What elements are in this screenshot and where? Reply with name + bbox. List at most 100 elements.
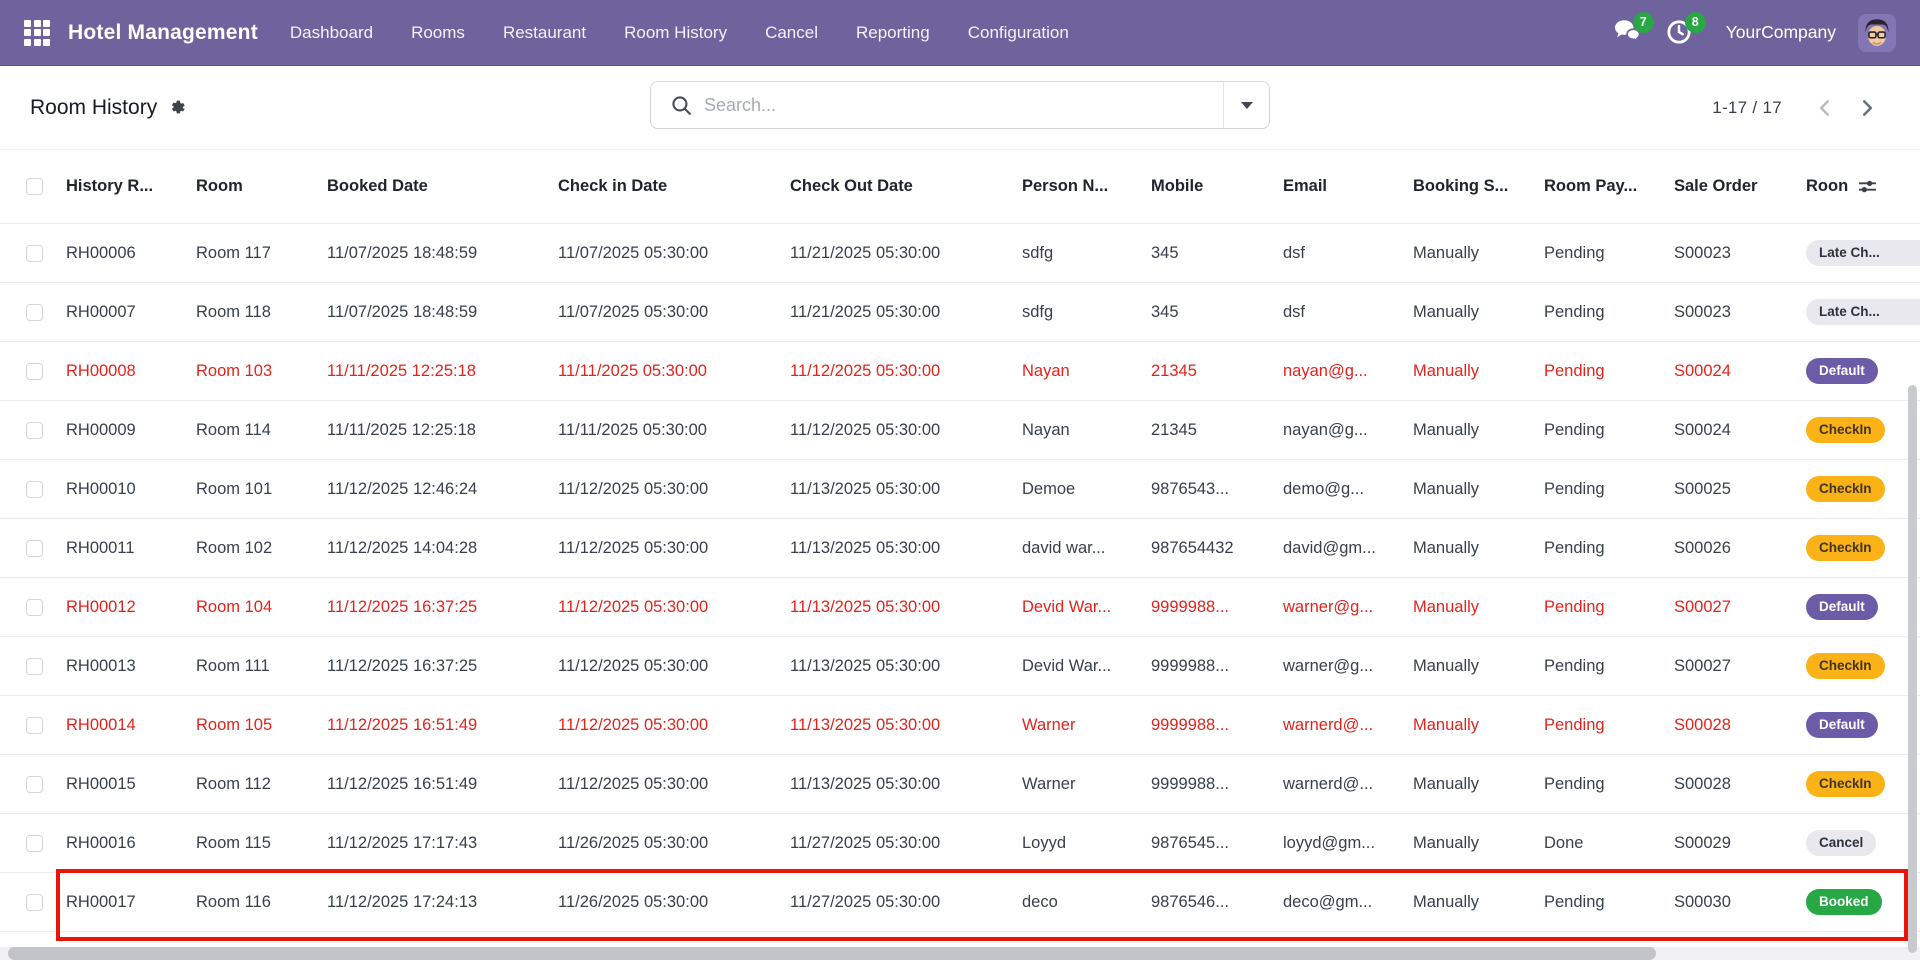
messages-button[interactable]: 7 — [1614, 19, 1644, 47]
cell-booking-source: Manually — [1413, 480, 1544, 499]
cell-check-in: 11/12/2025 05:30:00 — [558, 539, 790, 558]
cell-payment: Pending — [1544, 244, 1674, 263]
row-checkbox-cell — [0, 776, 66, 793]
table-row-rh00015[interactable]: RH00015Room 11211/12/2025 16:51:4911/12/… — [0, 755, 1920, 814]
optional-columns-icon[interactable] — [1858, 179, 1877, 194]
nav-item-cancel[interactable]: Cancel — [765, 23, 818, 43]
cell-mobile: 21345 — [1151, 421, 1283, 440]
table-row-rh00017[interactable]: RH00017Room 11611/12/2025 17:24:1311/26/… — [0, 873, 1920, 932]
activities-button[interactable]: 8 — [1666, 19, 1696, 47]
pager-next-button[interactable] — [1850, 91, 1884, 125]
cell-check-out: 11/12/2025 05:30:00 — [790, 421, 1022, 440]
header-cell-person[interactable]: Person N... — [1022, 177, 1151, 196]
cell-room-status: Cancel — [1806, 830, 1920, 857]
cell-email: demo@g... — [1283, 480, 1413, 499]
table-row-rh00006[interactable]: RH00006Room 11711/07/2025 18:48:5911/07/… — [0, 224, 1920, 283]
header-cell-booked-date[interactable]: Booked Date — [327, 177, 558, 196]
cell-sale-order: S00028 — [1674, 775, 1806, 794]
cell-person: Nayan — [1022, 421, 1151, 440]
row-checkbox[interactable] — [26, 245, 43, 262]
nav-item-restaurant[interactable]: Restaurant — [503, 23, 586, 43]
cell-person: deco — [1022, 893, 1151, 912]
page-title: Room History — [30, 96, 157, 120]
table-row-rh00009[interactable]: RH00009Room 11411/11/2025 12:25:1811/11/… — [0, 401, 1920, 460]
table-row-rh00014[interactable]: RH00014Room 10511/12/2025 16:51:4911/12/… — [0, 696, 1920, 755]
status-badge: CheckIn — [1806, 476, 1885, 503]
topbar-right: 7 8 YourCompany — [1614, 14, 1896, 52]
table-row-rh00008[interactable]: RH00008Room 10311/11/2025 12:25:1811/11/… — [0, 342, 1920, 401]
nav-item-reporting[interactable]: Reporting — [856, 23, 930, 43]
row-checkbox[interactable] — [26, 304, 43, 321]
pager: 1-17 / 17 — [1712, 91, 1890, 125]
row-checkbox-cell — [0, 658, 66, 675]
cell-person: Loyyd — [1022, 834, 1151, 853]
row-checkbox[interactable] — [26, 658, 43, 675]
action-gear-icon[interactable] — [169, 99, 186, 116]
apps-grid-icon[interactable] — [24, 20, 50, 46]
vertical-scrollbar-thumb[interactable] — [1908, 385, 1917, 953]
cell-ref: RH00006 — [66, 244, 196, 263]
header-cell-email[interactable]: Email — [1283, 177, 1413, 196]
search-dropdown-toggle[interactable] — [1223, 82, 1269, 128]
cell-email: warner@g... — [1283, 657, 1413, 676]
cell-mobile: 9999988... — [1151, 598, 1283, 617]
table-row-rh00016[interactable]: RH00016Room 11511/12/2025 17:17:4311/26/… — [0, 814, 1920, 873]
table-row-rh00013[interactable]: RH00013Room 11111/12/2025 16:37:2511/12/… — [0, 637, 1920, 696]
row-checkbox[interactable] — [26, 776, 43, 793]
cell-room: Room 102 — [196, 539, 327, 558]
cell-booking-source: Manually — [1413, 362, 1544, 381]
row-checkbox[interactable] — [26, 481, 43, 498]
cell-email: deco@gm... — [1283, 893, 1413, 912]
table-row-rh00012[interactable]: RH00012Room 10411/12/2025 16:37:2511/12/… — [0, 578, 1920, 637]
nav-item-rooms[interactable]: Rooms — [411, 23, 465, 43]
cell-check-out: 11/12/2025 05:30:00 — [790, 362, 1022, 381]
horizontal-scrollbar-thumb[interactable] — [8, 947, 1656, 960]
cell-check-in: 11/26/2025 05:30:00 — [558, 893, 790, 912]
status-badge: CheckIn — [1806, 771, 1885, 798]
cell-room: Room 111 — [196, 657, 327, 676]
row-checkbox[interactable] — [26, 540, 43, 557]
nav-item-room-history[interactable]: Room History — [624, 23, 727, 43]
nav-item-dashboard[interactable]: Dashboard — [290, 23, 373, 43]
cell-check-out: 11/21/2025 05:30:00 — [790, 303, 1022, 322]
search-input[interactable] — [704, 95, 1223, 116]
header-cell-sale-order[interactable]: Sale Order — [1674, 177, 1806, 196]
header-cell-booking-source[interactable]: Booking S... — [1413, 177, 1544, 196]
row-checkbox-cell — [0, 422, 66, 439]
header-cell-ref[interactable]: History R... — [66, 177, 196, 196]
cell-mobile: 9999988... — [1151, 657, 1283, 676]
nav-item-configuration[interactable]: Configuration — [968, 23, 1069, 43]
cell-mobile: 9876543... — [1151, 480, 1283, 499]
cell-room-status: Default — [1806, 594, 1920, 621]
table-row-rh00011[interactable]: RH00011Room 10211/12/2025 14:04:2811/12/… — [0, 519, 1920, 578]
company-name[interactable]: YourCompany — [1726, 22, 1836, 43]
row-checkbox[interactable] — [26, 894, 43, 911]
app-title[interactable]: Hotel Management — [68, 21, 258, 45]
row-checkbox-cell — [0, 894, 66, 911]
table-row-rh00007[interactable]: RH00007Room 11811/07/2025 18:48:5911/07/… — [0, 283, 1920, 342]
cell-sale-order: S00027 — [1674, 598, 1806, 617]
row-checkbox[interactable] — [26, 717, 43, 734]
cell-booked-date: 11/12/2025 16:37:25 — [327, 598, 558, 617]
row-checkbox[interactable] — [26, 599, 43, 616]
cell-ref: RH00009 — [66, 421, 196, 440]
cell-mobile: 9876545... — [1151, 834, 1283, 853]
row-checkbox[interactable] — [26, 835, 43, 852]
row-checkbox[interactable] — [26, 422, 43, 439]
top-navbar: Hotel Management Dashboard Rooms Restauran… — [0, 0, 1920, 66]
header-cell-check-in[interactable]: Check in Date — [558, 177, 790, 196]
pager-previous-button[interactable] — [1808, 91, 1842, 125]
user-avatar[interactable] — [1858, 14, 1896, 52]
cell-booked-date: 11/12/2025 14:04:28 — [327, 539, 558, 558]
header-cell-mobile[interactable]: Mobile — [1151, 177, 1283, 196]
select-all-checkbox[interactable] — [26, 178, 43, 195]
row-checkbox[interactable] — [26, 363, 43, 380]
cell-booking-source: Manually — [1413, 244, 1544, 263]
cell-email: warnerd@... — [1283, 716, 1413, 735]
table-row-rh00010[interactable]: RH00010Room 10111/12/2025 12:46:2411/12/… — [0, 460, 1920, 519]
cell-payment: Pending — [1544, 303, 1674, 322]
header-cell-room[interactable]: Room — [196, 177, 327, 196]
header-cell-check-out[interactable]: Check Out Date — [790, 177, 1022, 196]
header-cell-payment[interactable]: Room Pay... — [1544, 177, 1674, 196]
cell-room: Room 104 — [196, 598, 327, 617]
